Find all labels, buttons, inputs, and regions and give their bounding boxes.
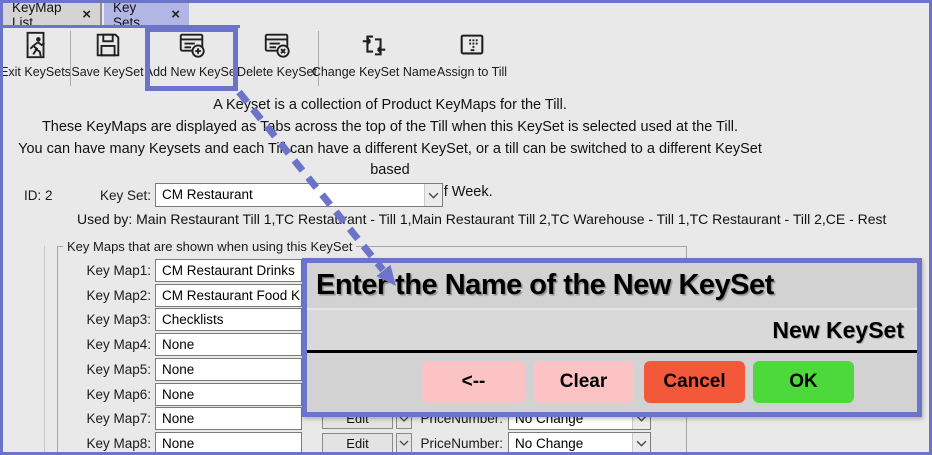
keymap-label: Key Map3: — [60, 308, 151, 331]
pricenumber-value: No Change — [509, 433, 632, 454]
description-line: You can have many Keysets and each Till … — [0, 139, 780, 183]
keymap-value-input[interactable] — [155, 308, 302, 331]
keymap-label: Key Map4: — [60, 333, 151, 356]
keymap-label: Key Map7: — [60, 407, 151, 430]
keymap-value-input[interactable] — [155, 407, 302, 430]
toolbar-label: Delete KeySet — [237, 65, 317, 79]
toolbar-label: Assign to Till — [437, 65, 507, 79]
assign-to-till-button[interactable]: Assign to Till — [434, 30, 510, 88]
toolbar-label: Exit KeySets — [0, 65, 71, 79]
keymap-label: Key Map6: — [60, 383, 151, 406]
add-new-keyset-button[interactable]: Add New KeySet — [148, 30, 236, 88]
ok-button[interactable]: OK — [753, 361, 854, 403]
edit-keymap-button[interactable]: Edit Keymap — [322, 433, 393, 454]
keymap-value-input[interactable] — [155, 284, 302, 307]
save-floppy-icon — [93, 30, 123, 60]
keymap-label: Key Map1: — [60, 259, 151, 282]
toolbar-label: Add New KeySet — [145, 65, 240, 79]
change-keyset-name-button[interactable]: Change KeySet Name — [324, 30, 424, 88]
save-keyset-button[interactable]: Save KeySet — [74, 30, 141, 88]
delete-keyset-icon — [262, 30, 292, 60]
backspace-button[interactable]: <-- — [422, 361, 525, 403]
keymap-label: Key Map8: — [60, 432, 151, 455]
assign-till-icon — [457, 30, 487, 60]
exit-keysets-button[interactable]: Exit KeySets — [2, 30, 69, 88]
keymap-value-input[interactable] — [155, 432, 302, 455]
dialog-footer: <-- Clear Cancel OK — [307, 353, 917, 412]
tab-keymap-list[interactable]: KeyMap List × — [3, 3, 102, 26]
new-keyset-name-input[interactable]: New KeySet — [307, 310, 917, 350]
dialog-title: Enter the Name of the New KeySet — [307, 263, 917, 308]
cancel-button[interactable]: Cancel — [644, 361, 745, 403]
keymap-value-input[interactable] — [155, 358, 302, 381]
used-by-text: Used by: Main Restaurant Till 1,TC Resta… — [77, 211, 886, 227]
description-line: A Keyset is a collection of Product KeyM… — [0, 95, 780, 117]
close-icon[interactable]: × — [171, 7, 180, 22]
keyset-label: Key Set: — [60, 184, 151, 207]
keymap-label: Key Map2: — [60, 284, 151, 307]
keymap-label: Key Map5: — [60, 358, 151, 381]
pricenumber-label: PriceNumber: — [420, 432, 503, 455]
description-line: These KeyMaps are displayed as Tabs acro… — [0, 117, 780, 139]
close-icon[interactable]: × — [82, 7, 91, 22]
pricenumber-combo[interactable]: No Change — [508, 432, 651, 455]
keysets-window: KeyMap List × Key Sets × Exit KeySets Sa… — [0, 0, 932, 455]
keymap-value-input[interactable] — [155, 259, 302, 282]
keymaps-group-title: Key Maps that are shown when using this … — [63, 239, 356, 254]
clear-button[interactable]: Clear — [533, 361, 634, 403]
edit-keymap-dropdown[interactable] — [396, 433, 412, 454]
keymap-value-input[interactable] — [155, 383, 302, 406]
chevron-down-icon[interactable] — [632, 433, 650, 454]
id-label: ID: 2 — [24, 184, 53, 207]
active-tab-underline — [0, 25, 240, 28]
toolbar-label: Change KeySet Name — [312, 65, 436, 79]
chevron-down-icon[interactable] — [424, 184, 442, 206]
keymap-value-input[interactable] — [155, 333, 302, 356]
toolbar-label: Save KeySet — [71, 65, 143, 79]
delete-keyset-button[interactable]: Delete KeySet — [240, 30, 314, 88]
keyset-combo[interactable]: CM Restaurant — [155, 183, 443, 207]
keymap-row: Key Map8: Edit Keymap PriceNumber: No Ch… — [0, 432, 932, 455]
keyset-combo-value: CM Restaurant — [156, 184, 424, 206]
add-keyset-icon — [177, 30, 207, 60]
tab-key-sets[interactable]: Key Sets × — [104, 3, 189, 26]
exit-door-icon — [21, 30, 51, 60]
new-keyset-dialog: Enter the Name of the New KeySet New Key… — [302, 258, 922, 417]
change-name-icon — [359, 30, 389, 60]
